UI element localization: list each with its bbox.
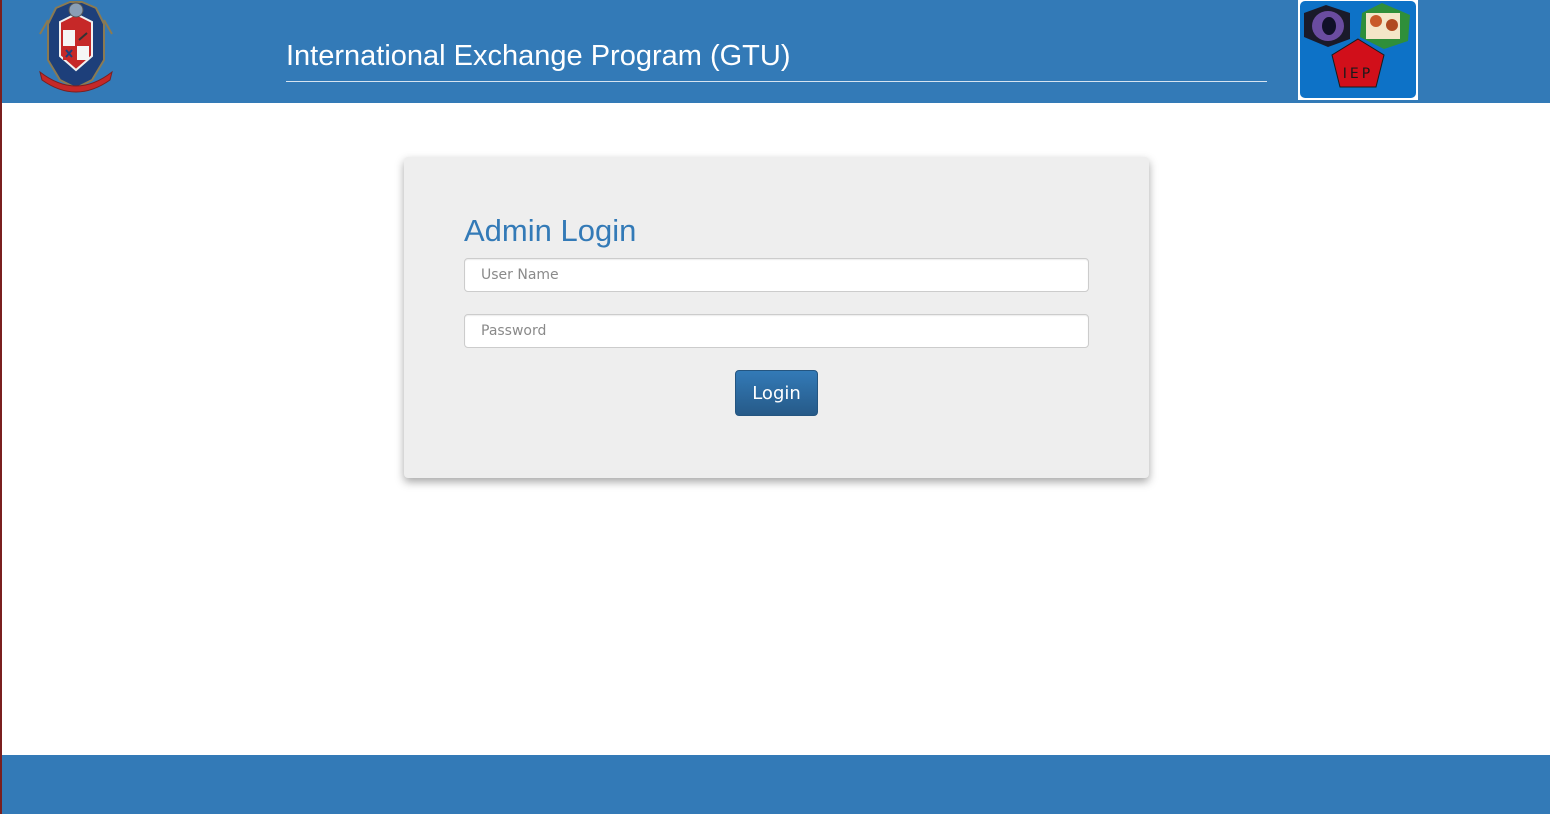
page: International Exchange Program (GTU) IEP… <box>0 0 1550 814</box>
login-panel: Admin Login Login <box>404 157 1149 478</box>
gtu-crest-logo <box>30 0 122 98</box>
left-edge-border <box>0 0 2 814</box>
footer-bar <box>2 755 1550 814</box>
username-input[interactable] <box>464 258 1089 292</box>
iep-pentagon-logo: IEP <box>1298 0 1418 100</box>
password-input[interactable] <box>464 314 1089 348</box>
header-bar: International Exchange Program (GTU) IEP <box>2 0 1550 103</box>
iep-logo-text: IEP <box>1343 66 1373 82</box>
login-heading: Admin Login <box>464 213 637 248</box>
login-button[interactable]: Login <box>735 370 818 416</box>
page-title: International Exchange Program (GTU) <box>286 36 1267 82</box>
